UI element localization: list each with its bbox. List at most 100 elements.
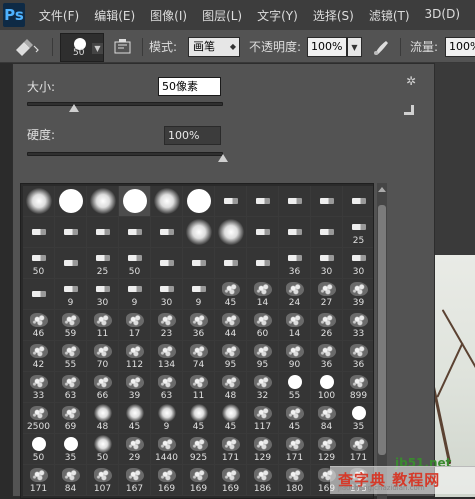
brush-preset-tile[interactable] (151, 217, 183, 248)
brush-preset-tile[interactable] (183, 248, 215, 279)
brush-preset-tile[interactable]: 45 (215, 403, 247, 434)
size-slider-handle[interactable] (69, 104, 80, 112)
brush-preset-tile[interactable]: 45 (215, 279, 247, 310)
brush-preset-tile[interactable]: 35 (55, 434, 87, 465)
menu-file[interactable]: 文件(F) (39, 7, 79, 24)
brush-preset-tile[interactable]: 33 (23, 372, 55, 403)
brush-preset-tile[interactable]: 50 (23, 248, 55, 279)
brush-preset-tile[interactable] (119, 217, 151, 248)
brush-preset-tile[interactable] (55, 186, 87, 217)
brush-preset-tile[interactable] (119, 186, 151, 217)
brush-preset-tile[interactable]: 27 (311, 279, 343, 310)
brush-preset-tile[interactable] (279, 186, 311, 217)
brush-preset-tile[interactable]: 112 (119, 341, 151, 372)
brush-preset-tile[interactable]: 107 (87, 465, 119, 496)
brush-preset-tile[interactable]: 95 (247, 341, 279, 372)
brush-preset-tile[interactable]: 117 (247, 403, 279, 434)
brush-preset-tile[interactable]: 9 (151, 403, 183, 434)
mode-select[interactable]: 画笔 ◆ (188, 37, 240, 57)
brush-preset-tile[interactable] (55, 217, 87, 248)
hardness-slider[interactable] (27, 152, 223, 156)
hardness-input[interactable]: 100% (164, 126, 221, 145)
brush-panel-toggle-icon[interactable] (113, 30, 133, 63)
brush-preset-tile[interactable]: 171 (343, 434, 373, 465)
brush-preset-tile[interactable]: 30 (311, 248, 343, 279)
brush-preset-tile[interactable]: 48 (215, 372, 247, 403)
brush-preset-tile[interactable]: 50 (87, 434, 119, 465)
brush-preset-tile[interactable] (247, 248, 279, 279)
brush-preset-tile[interactable]: 925 (183, 434, 215, 465)
eraser-tool-icon[interactable] (12, 30, 42, 63)
brush-preset-tile[interactable]: 29 (119, 434, 151, 465)
brush-preset-tile[interactable] (183, 186, 215, 217)
brush-preset-tile[interactable]: 14 (247, 279, 279, 310)
brush-preset-tile[interactable]: 33 (343, 310, 373, 341)
brush-preset-tile[interactable]: 17 (119, 310, 151, 341)
brush-preset-tile[interactable]: 26 (311, 310, 343, 341)
brush-preset-tile[interactable]: 2500 (23, 403, 55, 434)
brush-preset-tile[interactable]: 50 (23, 434, 55, 465)
size-input[interactable]: 50像素 (158, 77, 221, 96)
brush-preset-tile[interactable]: 66 (87, 372, 119, 403)
brush-preset-tile[interactable]: 36 (279, 248, 311, 279)
brush-preset-tile[interactable]: 30 (343, 248, 373, 279)
brush-preset-tile[interactable]: 74 (183, 341, 215, 372)
gear-icon[interactable]: ✲ (406, 74, 416, 88)
brush-preset-tile[interactable]: 50 (119, 248, 151, 279)
brush-preset-tile[interactable]: 129 (311, 434, 343, 465)
brush-preset-tile[interactable] (311, 217, 343, 248)
brush-preset-tile[interactable]: 84 (311, 403, 343, 434)
new-preset-icon[interactable] (404, 105, 414, 115)
brush-preset-tile[interactable] (215, 186, 247, 217)
brush-preset-tile[interactable] (279, 217, 311, 248)
pressure-opacity-icon[interactable] (372, 30, 392, 63)
brush-preset-tile[interactable]: 167 (119, 465, 151, 496)
size-slider[interactable] (27, 102, 223, 106)
brush-preset-tile[interactable]: 45 (183, 403, 215, 434)
brush-preset-tile[interactable]: 30 (151, 279, 183, 310)
brush-preset-tile[interactable]: 48 (87, 403, 119, 434)
brush-preset-tile[interactable] (151, 248, 183, 279)
menu-filter[interactable]: 滤镜(T) (369, 7, 410, 24)
brush-preset-tile[interactable] (87, 186, 119, 217)
brush-preset-tile[interactable]: 69 (55, 403, 87, 434)
brush-preset-tile[interactable]: 45 (279, 403, 311, 434)
scrollbar-thumb[interactable] (378, 205, 386, 455)
brush-preset-tile[interactable]: 95 (215, 341, 247, 372)
brush-preset-tile[interactable] (343, 186, 373, 217)
brush-preset-tile[interactable]: 169 (215, 465, 247, 496)
menu-3d[interactable]: 3D(D) (425, 7, 460, 24)
brush-preset-tile[interactable] (23, 186, 55, 217)
flow-input[interactable]: 100% (445, 37, 475, 57)
brush-preset-tile[interactable]: 14 (279, 310, 311, 341)
brush-preset-tile[interactable]: 25 (87, 248, 119, 279)
brush-preset-tile[interactable]: 11 (87, 310, 119, 341)
brush-preset-tile[interactable]: 23 (151, 310, 183, 341)
brush-preset-tile[interactable]: 35 (343, 403, 373, 434)
brush-preset-tile[interactable]: 169 (183, 465, 215, 496)
brush-preset-tile[interactable]: 171 (215, 434, 247, 465)
brush-preset-tile[interactable] (23, 217, 55, 248)
brush-preset-tile[interactable]: 45 (119, 403, 151, 434)
brush-preset-tile[interactable] (311, 186, 343, 217)
brush-preset-tile[interactable]: 171 (23, 465, 55, 496)
brush-preset-tile[interactable]: 42 (23, 341, 55, 372)
brush-preset-tile[interactable]: 63 (55, 372, 87, 403)
brush-preset-tile[interactable] (55, 248, 87, 279)
brush-preset-tile[interactable]: 84 (55, 465, 87, 496)
brush-preset-tile[interactable]: 100 (311, 372, 343, 403)
brush-grid-scrollbar[interactable] (377, 183, 387, 499)
brush-preset-tile[interactable] (247, 217, 279, 248)
brush-preset-tile[interactable]: 44 (215, 310, 247, 341)
brush-preset-tile[interactable]: 9 (55, 279, 87, 310)
opacity-dropdown-icon[interactable]: ▼ (347, 37, 362, 57)
scroll-up-icon[interactable] (378, 187, 386, 192)
brush-preset-tile[interactable] (23, 279, 55, 310)
brush-preset-tile[interactable]: 899 (343, 372, 373, 403)
brush-preset-tile[interactable]: 60 (247, 310, 279, 341)
brush-preset-tile[interactable] (87, 217, 119, 248)
brush-preset-tile[interactable]: 9 (183, 279, 215, 310)
brush-preset-tile[interactable]: 46 (23, 310, 55, 341)
brush-preset-tile[interactable]: 90 (279, 341, 311, 372)
photoshop-logo[interactable]: Ps (3, 3, 25, 27)
